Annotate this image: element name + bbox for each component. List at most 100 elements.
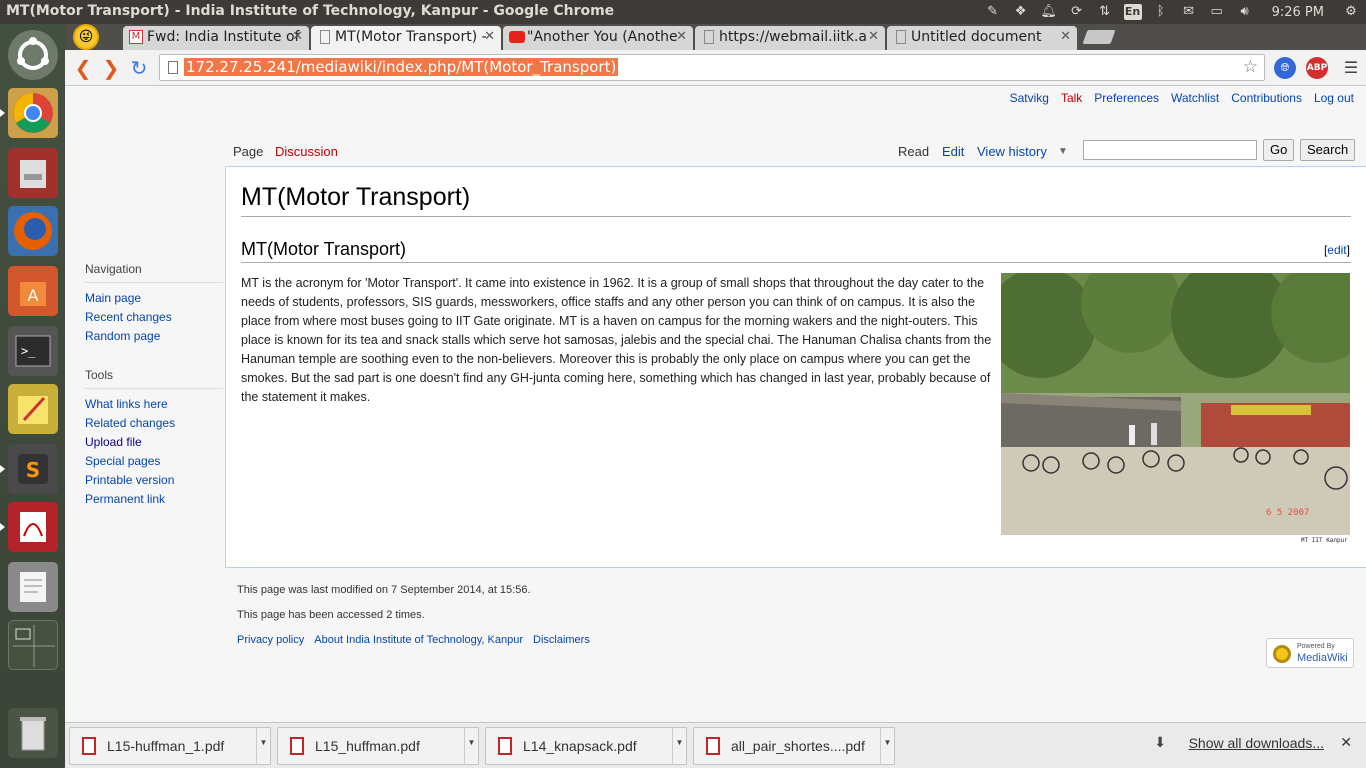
tab-page[interactable]: Page xyxy=(233,144,263,159)
browser-tab-strip: 😜 M Fwd: India Institute of ✕ MT(Motor T… xyxy=(65,24,1366,50)
volume-icon[interactable]: 🔊︎ xyxy=(1236,4,1254,20)
back-arrow-icon[interactable]: ❮ xyxy=(71,56,95,80)
reload-icon[interactable]: ↻ xyxy=(127,56,151,80)
sidebar-item-permanent-link[interactable]: Permanent link xyxy=(85,490,223,509)
pdf-reader-icon[interactable] xyxy=(0,502,58,552)
close-icon[interactable]: ✕ xyxy=(484,26,495,48)
tab-untitled-document[interactable]: Untitled document ✕ xyxy=(887,26,1077,50)
sidebar-item-upload-file[interactable]: Upload file xyxy=(85,433,223,452)
download-item[interactable]: L15_huffman.pdf ▼ xyxy=(277,727,479,765)
tab-view-history[interactable]: View history xyxy=(977,144,1047,159)
chevron-down-icon[interactable]: ▼ xyxy=(672,728,686,764)
close-icon[interactable]: ✕ xyxy=(1060,26,1071,48)
page-footer: This page was last modified on 7 Septemb… xyxy=(237,584,590,646)
adblock-plus-icon[interactable]: ABP xyxy=(1306,57,1328,79)
battery-icon[interactable]: ▭ xyxy=(1208,4,1226,20)
section-edit-link[interactable]: [edit] xyxy=(1324,243,1350,257)
text-editor-icon[interactable] xyxy=(8,562,58,612)
chrome-icon[interactable] xyxy=(0,88,58,138)
navigation-portal: Navigation Main page Recent changes Rand… xyxy=(85,262,223,346)
power-gear-icon[interactable]: ⚙ xyxy=(1342,4,1360,20)
download-item[interactable]: L15-huffman_1.pdf ▼ xyxy=(69,727,271,765)
workspace-switcher-icon[interactable] xyxy=(8,620,58,670)
new-tab-button[interactable] xyxy=(1082,30,1116,44)
mail-icon[interactable]: ✉ xyxy=(1180,4,1198,20)
user-link[interactable]: Satvikg xyxy=(1010,91,1049,105)
trash-icon[interactable] xyxy=(8,708,58,758)
close-icon[interactable]: ✕ xyxy=(676,26,687,48)
terminal-icon[interactable]: >_ xyxy=(8,326,58,376)
sublime-text-icon[interactable]: S xyxy=(0,444,58,494)
url-text[interactable]: 172.27.25.241/mediawiki/index.php/MT(Mot… xyxy=(184,58,619,76)
go-button[interactable]: Go xyxy=(1263,139,1295,161)
ubuntu-dash-icon[interactable] xyxy=(8,30,58,80)
search-input[interactable] xyxy=(1083,140,1257,160)
footer-links: Privacy policy About India Institute of … xyxy=(237,634,590,646)
dropbox-icon[interactable]: ❖ xyxy=(1012,4,1030,20)
last-modified-text: This page was last modified on 7 Septemb… xyxy=(237,584,531,596)
more-actions-chevron-down-icon[interactable]: ▼ xyxy=(1058,146,1068,157)
close-icon[interactable]: ✕ xyxy=(1340,735,1352,751)
notes-icon[interactable] xyxy=(8,384,58,434)
about-link[interactable]: About India Institute of Technology, Kan… xyxy=(314,634,523,646)
indicator-area: ✎ ❖ 🔔︎ ⟳ ⇅ En ᛒ ✉ ▭ 🔊︎ 9:26 PM ⚙ xyxy=(984,0,1360,24)
sidebar-item-main-page[interactable]: Main page xyxy=(85,289,223,308)
address-bar[interactable]: 172.27.25.241/mediawiki/index.php/MT(Mot… xyxy=(159,54,1265,81)
navigation-heading: Navigation xyxy=(85,262,223,283)
mt-photo[interactable]: 6 5 2007 xyxy=(1001,273,1350,535)
sidebar-item-special-pages[interactable]: Special pages xyxy=(85,452,223,471)
watchlist-link[interactable]: Watchlist xyxy=(1171,91,1219,105)
chrome-profile-avatar[interactable]: 😜 xyxy=(73,24,99,50)
tab-webmail[interactable]: https://webmail.iitk.a ✕ xyxy=(695,26,885,50)
sidebar-item-related-changes[interactable]: Related changes xyxy=(85,414,223,433)
network-icon[interactable]: ⇅ xyxy=(1096,4,1114,20)
notification-bell-icon[interactable]: 🔔︎ xyxy=(1040,4,1058,20)
disclaimers-link[interactable]: Disclaimers xyxy=(533,634,590,646)
menu-icon[interactable]: ☰ xyxy=(1340,57,1362,79)
pdf-file-icon xyxy=(290,737,304,755)
globe-extension-icon[interactable]: 🌐︎ xyxy=(1274,57,1296,79)
page-icon xyxy=(168,61,178,74)
article-paragraph: MT is the acronym for 'Motor Transport'.… xyxy=(241,276,992,404)
contributions-link[interactable]: Contributions xyxy=(1231,91,1302,105)
chevron-down-icon[interactable]: ▼ xyxy=(464,728,478,764)
browser-toolbar: ❮ ❯ ↻ 172.27.25.241/mediawiki/index.php/… xyxy=(65,50,1366,86)
clock[interactable]: 9:26 PM xyxy=(1272,5,1324,20)
sidebar-item-what-links-here[interactable]: What links here xyxy=(85,395,223,414)
chevron-down-icon[interactable]: ▼ xyxy=(256,728,270,764)
files-icon[interactable] xyxy=(8,148,58,198)
talk-link[interactable]: Talk xyxy=(1061,91,1082,105)
download-item[interactable]: all_pair_shortes....pdf ▼ xyxy=(693,727,895,765)
tab-mt-motor-transport[interactable]: MT(Motor Transport) - ✕ xyxy=(311,26,501,50)
tab-gmail[interactable]: M Fwd: India Institute of ✕ xyxy=(123,26,309,50)
edit-icon[interactable]: ✎ xyxy=(984,4,1002,20)
software-center-icon[interactable]: A xyxy=(8,266,58,316)
download-filename: L14_knapsack.pdf xyxy=(523,738,637,754)
tab-youtube[interactable]: "Another You (Anothe ✕ xyxy=(503,26,693,50)
privacy-policy-link[interactable]: Privacy policy xyxy=(237,634,304,646)
tab-title: Fwd: India Institute of xyxy=(147,29,300,45)
download-item[interactable]: L14_knapsack.pdf ▼ xyxy=(485,727,687,765)
logout-link[interactable]: Log out xyxy=(1314,91,1354,105)
show-all-downloads-link[interactable]: Show all downloads... xyxy=(1189,735,1324,751)
bookmark-star-icon[interactable]: ☆ xyxy=(1243,57,1258,77)
chevron-down-icon[interactable]: ▼ xyxy=(880,728,894,764)
preferences-link[interactable]: Preferences xyxy=(1094,91,1159,105)
keyboard-layout-indicator[interactable]: En xyxy=(1123,4,1142,20)
sidebar-item-recent-changes[interactable]: Recent changes xyxy=(85,308,223,327)
tab-discussion[interactable]: Discussion xyxy=(275,144,338,159)
search-button[interactable]: Search xyxy=(1300,139,1356,161)
sidebar-item-random-page[interactable]: Random page xyxy=(85,327,223,346)
sync-icon[interactable]: ⟳ xyxy=(1068,4,1086,20)
tab-edit[interactable]: Edit xyxy=(942,144,964,159)
pdf-file-icon xyxy=(82,737,96,755)
forward-arrow-icon[interactable]: ❯ xyxy=(99,56,123,80)
edit-link-label[interactable]: edit xyxy=(1327,243,1346,257)
tab-read[interactable]: Read xyxy=(898,144,929,159)
bluetooth-icon[interactable]: ᛒ xyxy=(1152,4,1170,20)
sidebar-item-printable-version[interactable]: Printable version xyxy=(85,471,223,490)
close-icon[interactable]: ✕ xyxy=(868,26,879,48)
firefox-icon[interactable] xyxy=(8,206,58,256)
close-icon[interactable]: ✕ xyxy=(292,26,303,48)
powered-by-mediawiki-badge[interactable]: Powered By MediaWiki xyxy=(1266,638,1354,668)
